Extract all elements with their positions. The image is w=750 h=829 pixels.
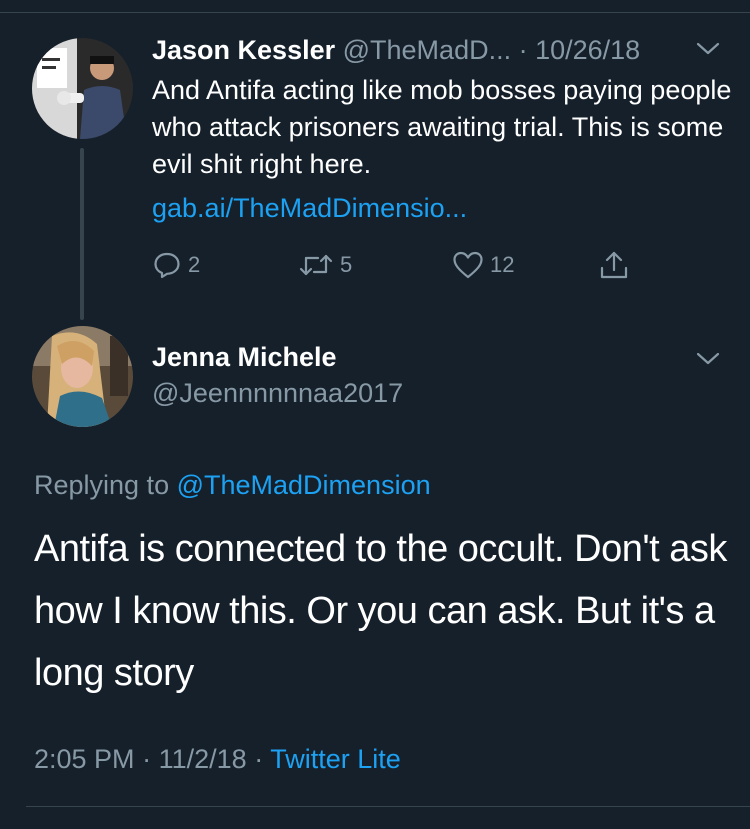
thread-connector-line xyxy=(80,148,84,320)
heart-icon xyxy=(453,251,483,279)
tweet-source[interactable]: Twitter Lite xyxy=(270,744,401,774)
tweet-time: 2:05 PM xyxy=(34,744,135,774)
bottom-divider xyxy=(26,806,750,807)
chevron-down-icon[interactable] xyxy=(695,40,721,58)
reply-author-handle[interactable]: @Jeennnnnnaa2017 xyxy=(152,376,403,410)
share-button[interactable] xyxy=(598,248,636,282)
chevron-down-icon[interactable] xyxy=(695,350,721,368)
reply-tweet-text: Antifa is connected to the occult. Don't… xyxy=(34,528,727,694)
retweet-button[interactable]: 5 xyxy=(298,248,352,282)
replying-to-mention[interactable]: @TheMadDimension xyxy=(177,470,431,500)
retweet-count: 5 xyxy=(340,252,353,277)
reply-author-avatar[interactable] xyxy=(32,326,133,427)
tweet-footer: 2:05 PM · 11/2/18 · Twitter Lite xyxy=(34,744,401,774)
parent-author-avatar[interactable] xyxy=(32,38,133,139)
top-divider xyxy=(0,12,750,13)
reply-author-name[interactable]: Jenna Michele xyxy=(152,340,337,374)
parent-author-handle[interactable]: @TheMadD... xyxy=(343,35,511,65)
reply-count: 2 xyxy=(188,252,201,277)
replying-to-line: Replying to @TheMadDimension xyxy=(34,467,431,503)
reply-icon xyxy=(154,252,180,279)
like-button[interactable]: 12 xyxy=(452,248,514,282)
tweet-date: 11/2/18 xyxy=(158,744,247,774)
like-count: 12 xyxy=(490,252,515,277)
parent-author-name[interactable]: Jason Kessler xyxy=(152,35,335,65)
parent-tweet-text: And Antifa acting like mob bosses paying… xyxy=(152,75,732,179)
share-icon xyxy=(600,251,628,279)
parent-tweet-header: Jason Kessler @TheMadD... · 10/26/18 xyxy=(152,32,712,68)
parent-tweet-date[interactable]: 10/26/18 xyxy=(535,35,640,65)
header-separator: · xyxy=(511,35,536,65)
parent-tweet-link[interactable]: gab.ai/TheMadDimensio... xyxy=(152,190,467,227)
reply-button[interactable]: 2 xyxy=(152,248,200,282)
replying-to-prefix: Replying to xyxy=(34,470,177,500)
retweet-icon xyxy=(299,254,333,276)
